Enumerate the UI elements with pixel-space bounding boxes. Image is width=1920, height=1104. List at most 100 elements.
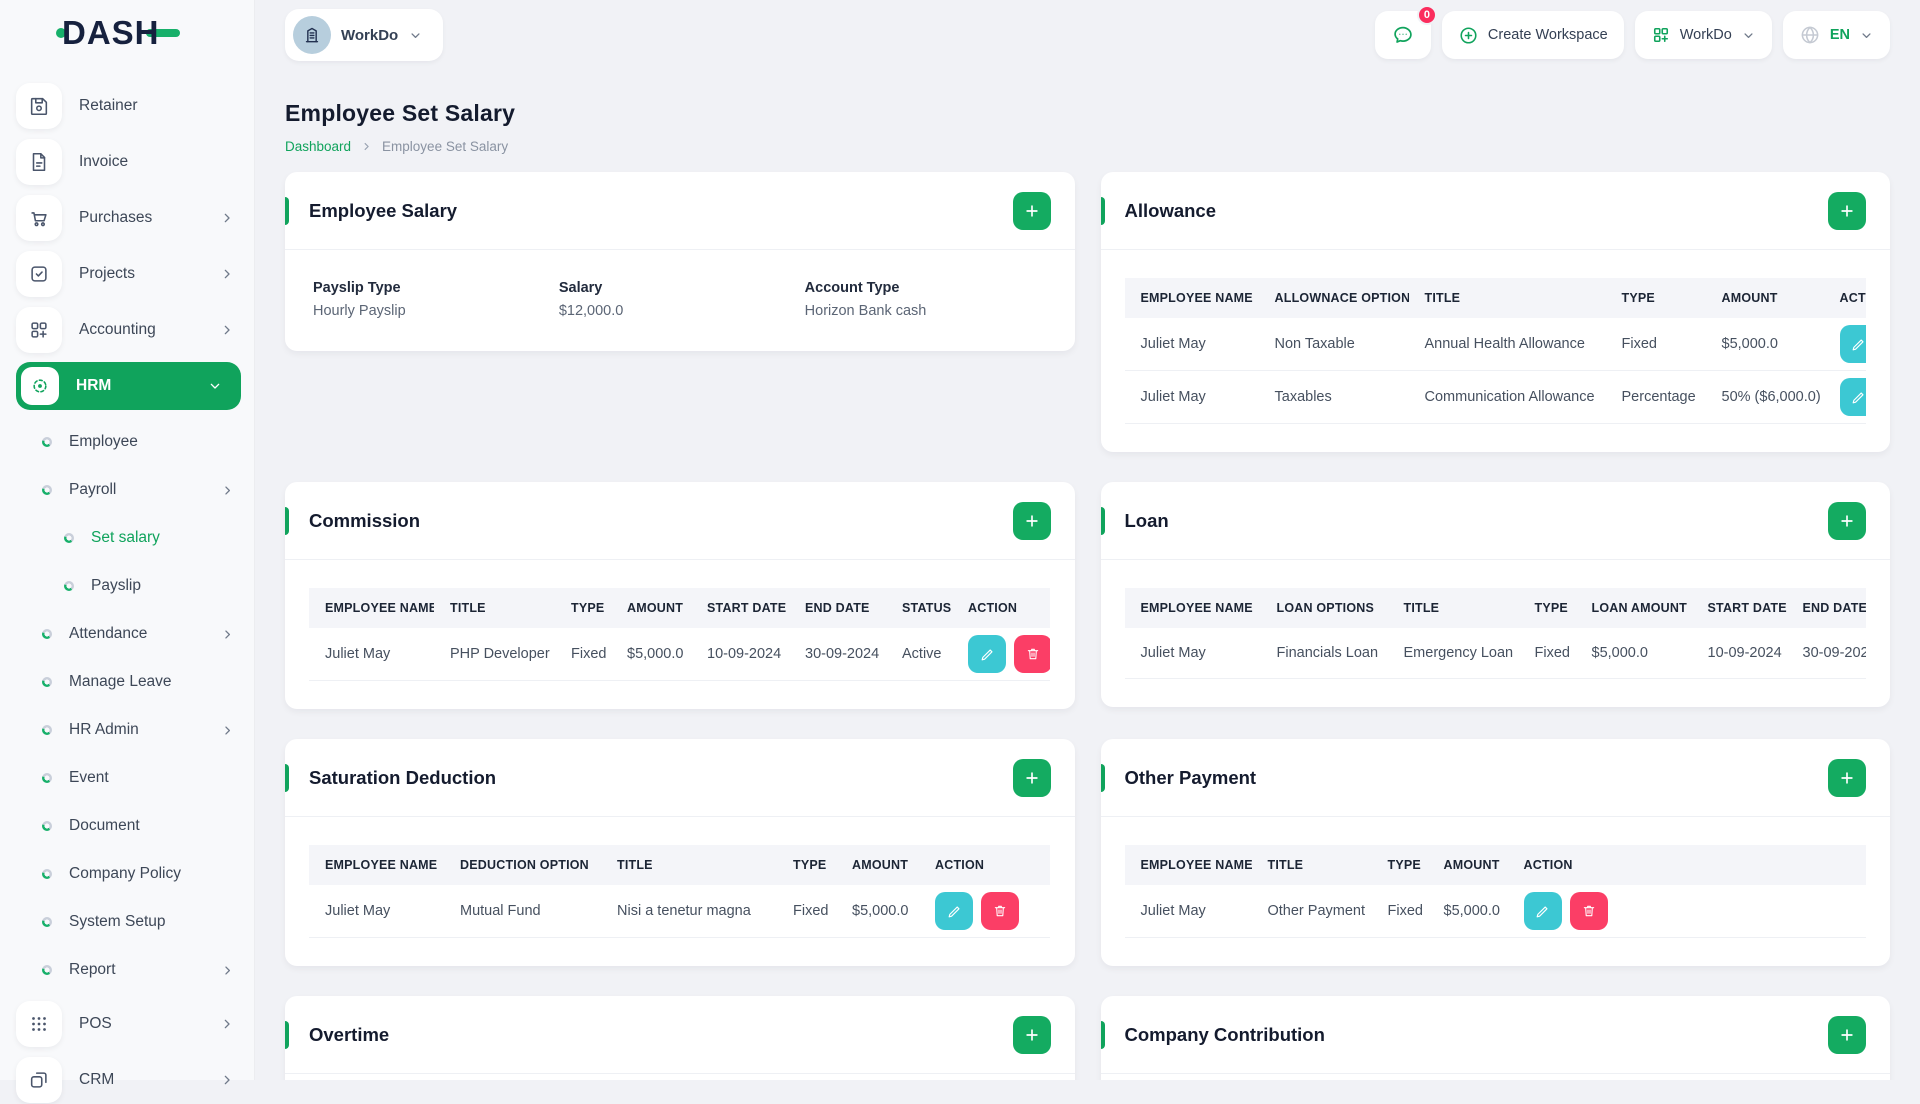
sidebar-item-manage-leave[interactable]: Manage Leave — [16, 658, 241, 706]
add-loan-button[interactable] — [1828, 502, 1866, 540]
workspace-menu-button[interactable]: WorkDo — [1635, 11, 1772, 59]
sidebar-item-label: Event — [69, 769, 241, 787]
card-company-contribution: Company Contribution — [1101, 996, 1891, 1080]
breadcrumb-current: Employee Set Salary — [382, 139, 508, 154]
sidebar-item-company-policy[interactable]: Company Policy — [16, 850, 241, 898]
add-commission-button[interactable] — [1013, 502, 1051, 540]
edit-button[interactable] — [1840, 378, 1867, 416]
add-overtime-button[interactable] — [1013, 1016, 1051, 1054]
cell-title: Annual Health Allowance — [1409, 318, 1606, 371]
sidebar-item-payroll[interactable]: Payroll — [16, 466, 241, 514]
cell-allowance-option: Taxables — [1259, 371, 1409, 424]
table-row: Juliet May Non Taxable Annual Health All… — [1125, 318, 1867, 371]
sidebar-item-accounting[interactable]: Accounting — [16, 306, 241, 354]
column-header: TYPE — [1519, 588, 1576, 628]
cell-type: Fixed — [1372, 885, 1428, 938]
saturation-deduction-table: EMPLOYEE NAME DEDUCTION OPTION TITLE TYP… — [309, 845, 1051, 938]
trash-icon — [992, 903, 1008, 919]
card-title: Company Contribution — [1125, 1024, 1325, 1046]
pencil-icon — [1850, 336, 1866, 353]
cell-employee-name: Juliet May — [1125, 885, 1252, 938]
sidebar-item-set-salary[interactable]: Set salary — [16, 514, 241, 562]
pencil-icon — [979, 646, 996, 663]
sidebar-item-hrm[interactable]: HRM — [16, 362, 241, 410]
cards-grid: Employee Salary Payslip Type Hourly Pays… — [285, 172, 1890, 1080]
table-header-row: EMPLOYEE NAME TITLE TYPE AMOUNT START DA… — [309, 588, 1050, 628]
edit-employee-salary-button[interactable] — [1013, 192, 1051, 230]
column-header: START DATE — [1692, 588, 1787, 628]
delete-button[interactable] — [981, 892, 1019, 930]
workspace-selector[interactable]: WorkDo — [285, 9, 443, 61]
cell-amount: $5,000.0 — [611, 628, 691, 681]
brand-logo[interactable]: DASH — [0, 0, 255, 66]
column-header: EMPLOYEE NAME — [309, 845, 444, 885]
sidebar-item-projects[interactable]: Projects — [16, 250, 241, 298]
edit-button[interactable] — [935, 892, 973, 930]
language-selector[interactable]: EN — [1783, 11, 1890, 59]
plus-icon — [1023, 512, 1041, 530]
sidebar-item-label: Payslip — [91, 577, 241, 595]
add-saturation-deduction-button[interactable] — [1013, 759, 1051, 797]
sidebar-item-pos[interactable]: POS — [16, 1000, 241, 1048]
delete-button[interactable] — [1570, 892, 1608, 930]
sidebar-item-retainer[interactable]: Retainer — [16, 82, 241, 130]
delete-button[interactable] — [1014, 635, 1050, 673]
sidebar-item-label: System Setup — [69, 913, 241, 931]
floppy-disk-icon — [16, 83, 62, 129]
cell-title: Communication Allowance — [1409, 371, 1606, 424]
cell-actions — [952, 628, 1050, 681]
sidebar-item-report[interactable]: Report — [16, 946, 241, 994]
column-header: ACTION — [1824, 278, 1867, 318]
table-row: Juliet May Financials Loan Emergency Loa… — [1125, 628, 1867, 679]
pencil-icon — [1850, 389, 1866, 406]
bullet-icon — [64, 581, 74, 591]
grid-plus-icon — [1651, 25, 1671, 45]
bullet-icon — [42, 773, 52, 783]
card-title: Loan — [1125, 510, 1169, 532]
card-title: Overtime — [309, 1024, 389, 1046]
cell-start-date: 10-09-2024 — [1692, 628, 1787, 679]
card-title: Allowance — [1125, 200, 1217, 222]
sidebar-item-event[interactable]: Event — [16, 754, 241, 802]
column-header: START DATE — [691, 588, 789, 628]
add-other-payment-button[interactable] — [1828, 759, 1866, 797]
table-row: Juliet May Mutual Fund Nisi a tenetur ma… — [309, 885, 1050, 938]
create-workspace-button[interactable]: Create Workspace — [1442, 11, 1624, 59]
sidebar-item-purchases[interactable]: Purchases — [16, 194, 241, 242]
sidebar-item-crm[interactable]: CRM — [16, 1056, 241, 1104]
sidebar-item-employee[interactable]: Employee — [16, 418, 241, 466]
field-label: Account Type — [805, 280, 1051, 296]
sidebar-item-invoice[interactable]: Invoice — [16, 138, 241, 186]
cell-title: Emergency Loan — [1388, 628, 1519, 679]
sidebar-item-payslip[interactable]: Payslip — [16, 562, 241, 610]
sidebar-item-attendance[interactable]: Attendance — [16, 610, 241, 658]
column-header: AMOUNT — [1706, 278, 1824, 318]
breadcrumb-dashboard-link[interactable]: Dashboard — [285, 139, 351, 154]
crm-boxes-icon — [16, 1057, 62, 1103]
edit-button[interactable] — [1524, 892, 1562, 930]
sidebar-item-document[interactable]: Document — [16, 802, 241, 850]
field-account-type: Account Type Horizon Bank cash — [805, 280, 1051, 319]
card-title: Employee Salary — [309, 200, 457, 222]
column-header: EMPLOYEE NAME — [309, 588, 434, 628]
sidebar-item-label: Employee — [69, 433, 241, 451]
messages-button[interactable]: 0 — [1375, 11, 1431, 59]
chevron-down-icon — [1741, 28, 1756, 43]
add-allowance-button[interactable] — [1828, 192, 1866, 230]
cell-loan-amount: $5,000.0 — [1576, 628, 1692, 679]
column-header: TYPE — [1606, 278, 1706, 318]
column-header: AMOUNT — [1428, 845, 1508, 885]
edit-button[interactable] — [968, 635, 1006, 673]
cell-type: Fixed — [555, 628, 611, 681]
sidebar-item-hr-admin[interactable]: HR Admin — [16, 706, 241, 754]
sidebar-item-system-setup[interactable]: System Setup — [16, 898, 241, 946]
edit-button[interactable] — [1840, 325, 1867, 363]
check-square-icon — [16, 251, 62, 297]
bullet-icon — [42, 869, 52, 879]
column-header: ACTION — [1508, 845, 1866, 885]
bullet-icon — [42, 821, 52, 831]
add-company-contribution-button[interactable] — [1828, 1016, 1866, 1054]
create-workspace-label: Create Workspace — [1488, 27, 1608, 43]
column-header: TITLE — [1252, 845, 1372, 885]
topbar-actions: 0 Create Workspace WorkDo EN — [1375, 11, 1890, 59]
